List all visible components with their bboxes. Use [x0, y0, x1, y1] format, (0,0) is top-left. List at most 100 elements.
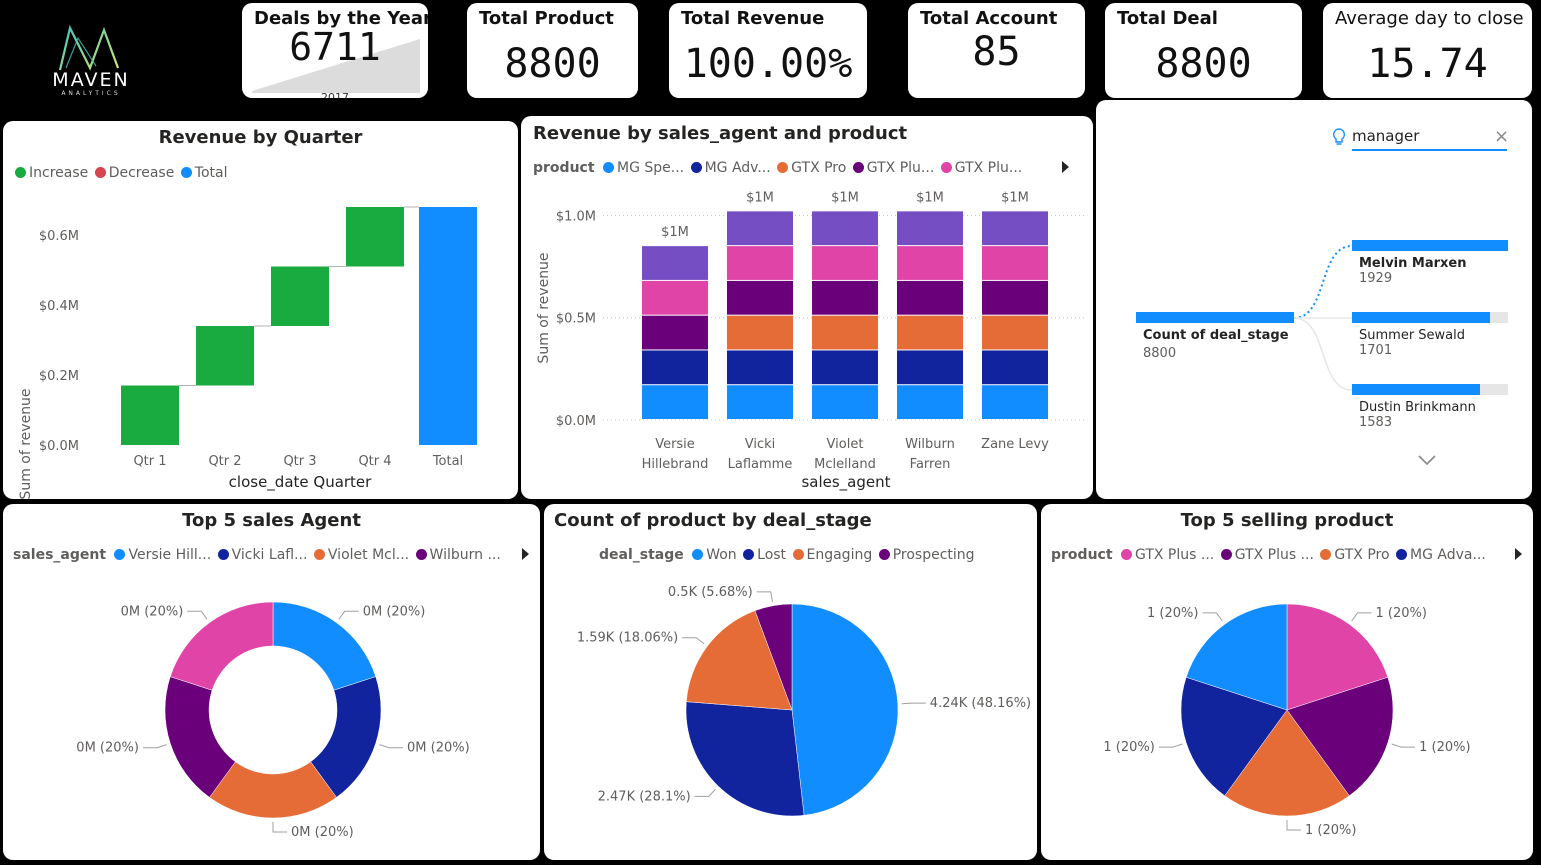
kpi-value: 8800	[504, 41, 601, 87]
kpi-total-deal: Total Deal 8800	[1105, 3, 1302, 98]
pie-chart: 4.24K (48.16%) 2.47K (28.1%) 1.59K (18.06%…	[577, 585, 1031, 817]
data-label: 0M (20%)	[76, 741, 139, 756]
x-tick-label: Laflamme	[728, 457, 793, 472]
node-value: 1701	[1359, 343, 1393, 358]
kpi-value: 15.74	[1367, 41, 1488, 87]
stacked-bar-segment	[897, 350, 963, 385]
leader-line	[1391, 743, 1416, 748]
logo-text: MAVEN	[52, 69, 130, 91]
leader-line	[272, 822, 287, 833]
data-label: 1 (20%)	[1419, 740, 1470, 755]
stacked-bar-segment	[727, 246, 793, 280]
x-tick-label: Mclelland	[814, 457, 876, 472]
kpi-value: 100.00%	[683, 41, 853, 87]
root-node-value: 8800	[1143, 346, 1177, 361]
data-label: 1 (20%)	[1305, 823, 1356, 838]
root-node-bar[interactable]	[1136, 312, 1294, 323]
leader-line	[694, 788, 716, 797]
kpi-value: 8800	[1155, 41, 1252, 87]
pie-slice	[685, 701, 805, 817]
donut-chart: 0M (20%) 0M (20%) 0M (20%) 0M (20%) 0M (20%)	[76, 601, 470, 840]
data-label: 0.5K (5.68%)	[668, 585, 753, 600]
x-tick-label: Hillebrand	[642, 457, 709, 472]
stacked-bar-segment	[982, 315, 1048, 350]
stacked-bar-segment	[642, 385, 708, 419]
stacked-bar-segment	[727, 315, 793, 350]
x-tick-label: Zane Levy	[981, 437, 1049, 452]
leader-line	[901, 702, 926, 705]
data-label: 0M (20%)	[407, 741, 470, 756]
stacked-bar-segment	[812, 315, 878, 350]
waterfall-panel[interactable]: Revenue by Quarter Increase Decrease Tot…	[3, 121, 518, 499]
y-axis-title: Sum of revenue	[536, 252, 552, 363]
stacked-bar-segment	[812, 385, 878, 419]
stacked-bar-segment	[897, 385, 963, 419]
waterfall-bar	[121, 385, 179, 445]
data-label: 0M (20%)	[363, 604, 426, 619]
kpi-value: 6711	[289, 25, 381, 69]
data-label: 0M (20%)	[121, 604, 184, 619]
y-tick-label: $0.5M	[556, 312, 596, 327]
data-label: 0M (20%)	[291, 825, 354, 840]
data-label: 1.59K (18.06%)	[577, 631, 678, 646]
stacked-bar-segment	[642, 315, 708, 350]
stacked-bar-segment	[982, 211, 1048, 246]
kpi-total-product: Total Product 8800	[467, 3, 638, 98]
leader-line	[1202, 612, 1223, 622]
stacked-bar-segment	[642, 280, 708, 315]
pie-stage-panel[interactable]: Count of product by deal_stage deal_stag…	[544, 504, 1037, 860]
waterfall-bar	[271, 266, 329, 326]
y-tick-label: $0.0M	[39, 439, 79, 454]
y-axis-title: Sum of revenue	[18, 388, 34, 499]
leader-line	[379, 744, 404, 749]
kpi-title: Average day to close	[1335, 8, 1524, 29]
pie-product-panel[interactable]: Top 5 selling product product GTX Plus .…	[1041, 504, 1533, 860]
donut-panel[interactable]: Top 5 sales Agent sales_agent Versie Hil…	[3, 504, 540, 860]
total-label: $1M	[661, 225, 689, 240]
x-tick-label: Total	[432, 454, 463, 469]
x-axis-title: close_date Quarter	[229, 473, 373, 492]
waterfall-bar	[196, 326, 254, 386]
leader-line	[1286, 820, 1301, 831]
stacked-bar-segment	[897, 211, 963, 246]
node-label: Dustin Brinkmann	[1359, 400, 1476, 415]
tree-node[interactable]: Summer Sewald 1701	[1352, 312, 1508, 358]
donut-slice	[169, 601, 274, 691]
chevron-down-icon[interactable]	[1417, 454, 1437, 466]
waterfall-chart: Sum of revenue close_date Quarter $0.0M $…	[18, 206, 477, 499]
node-value: 1583	[1359, 415, 1393, 430]
node-label: Summer Sewald	[1359, 328, 1466, 343]
stacked-bar-segment	[812, 246, 878, 280]
kpi-year: 2017	[321, 91, 349, 98]
leader-line	[338, 610, 359, 620]
stacked-panel[interactable]: Revenue by sales_agent and product produ…	[521, 116, 1093, 499]
data-label: 2.47K (28.1%)	[598, 789, 691, 804]
node-bar	[1352, 384, 1480, 395]
stacked-bar-segment	[727, 385, 793, 419]
stacked-bar-segment	[727, 211, 793, 246]
pie-chart: 1 (20%) 1 (20%) 1 (20%) 1 (20%) 1 (20%)	[1103, 603, 1471, 838]
decomposition-tree-panel[interactable]: manager × Count of deal_stage 8800 Melvi…	[1096, 100, 1532, 499]
leader-line	[1158, 743, 1183, 748]
stacked-column-chart: Sum of revenue sales_agent $0.0M $0.5M $1.…	[536, 190, 1086, 492]
tree-connector	[1293, 245, 1353, 319]
stacked-bar-segment	[727, 350, 793, 385]
x-tick-label: Qtr 3	[283, 454, 316, 469]
stacked-bar-segment	[642, 350, 708, 385]
stacked-bar-segment	[982, 385, 1048, 419]
x-tick-label: Violet	[827, 437, 864, 452]
y-tick-label: $0.0M	[556, 414, 596, 429]
kpi-total-account: Total Account 85	[908, 3, 1085, 98]
logo-subtext: ANALYTICS	[61, 90, 121, 97]
tree-node[interactable]: Dustin Brinkmann 1583	[1352, 384, 1508, 430]
total-label: $1M	[1001, 190, 1029, 205]
kpi-title: Total Account	[920, 8, 1058, 29]
tree-node[interactable]: Melvin Marxen 1929	[1352, 240, 1508, 286]
x-tick-label: Wilburn	[905, 437, 955, 452]
x-tick-label: Qtr 2	[208, 454, 241, 469]
stacked-bar-segment	[982, 280, 1048, 315]
kpi-total-revenue: Total Revenue 100.00%	[669, 3, 867, 98]
data-label: 4.24K (48.16%)	[930, 696, 1031, 711]
donut-slice	[272, 601, 377, 691]
leader-line	[682, 637, 705, 645]
